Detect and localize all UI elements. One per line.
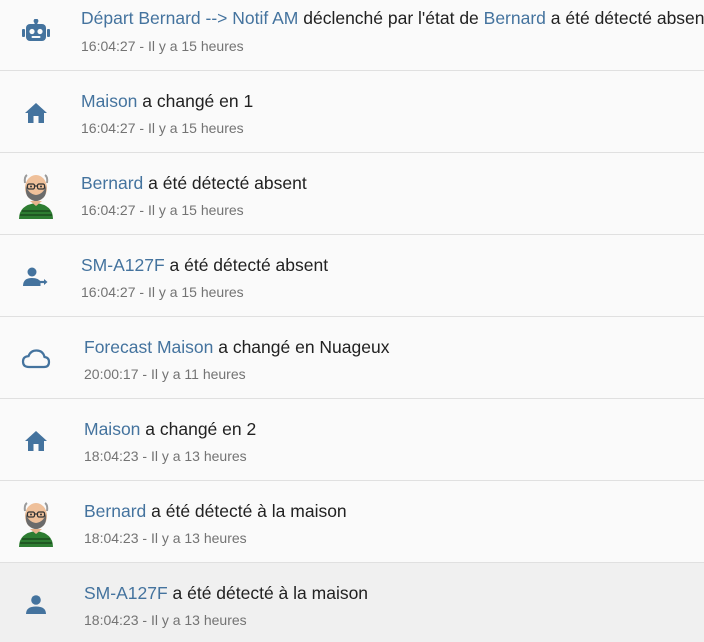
entry-message: SM-A127F a été détecté à la maison	[84, 582, 704, 604]
entity-link[interactable]: Forecast Maison	[84, 337, 213, 357]
entry-message: Bernard a été détecté absent	[81, 172, 704, 194]
logbook-list: Départ Bernard --> Notif AM déclenché pa…	[0, 0, 704, 642]
logbook-entry: Bernard a été détecté à la maison 18:04:…	[0, 481, 704, 563]
entry-time: 18:04:23 - Il y a 13 heures	[84, 448, 247, 464]
message-text: a été détecté absent	[545, 8, 704, 28]
entry-message: Maison a changé en 1	[81, 90, 704, 112]
entry-message: SM-A127F a été détecté absent	[81, 254, 704, 276]
cloud-icon	[16, 339, 56, 379]
entity-link[interactable]: Maison	[84, 419, 140, 439]
entry-message: Maison a changé en 2	[84, 418, 704, 440]
entry-message: Bernard a été détecté à la maison	[84, 500, 704, 522]
person-link[interactable]: Bernard	[81, 173, 143, 193]
entry-time: 18:04:23 - Il y a 13 heures	[84, 612, 247, 628]
entry-message: Forecast Maison a changé en Nuageux	[84, 336, 704, 358]
entry-time: 16:04:27 - Il y a 15 heures	[81, 202, 244, 218]
entry-time: 16:04:27 - Il y a 15 heures	[81, 38, 244, 54]
logbook-entry: Maison a changé en 2 18:04:23 - Il y a 1…	[0, 399, 704, 481]
message-text: a changé en Nuageux	[213, 337, 390, 357]
device-link[interactable]: SM-A127F	[84, 583, 168, 603]
home-icon	[16, 421, 56, 461]
message-text: a été détecté absent	[164, 255, 329, 275]
account-arrow-right-icon	[16, 257, 56, 297]
person-link[interactable]: Bernard	[484, 8, 546, 28]
bernard-avatar	[15, 499, 57, 547]
entry-time: 16:04:27 - Il y a 15 heures	[81, 284, 244, 300]
entry-time: 16:04:27 - Il y a 15 heures	[81, 120, 244, 136]
logbook-entry: Départ Bernard --> Notif AM déclenché pa…	[0, 0, 704, 71]
message-text: a changé en 2	[140, 419, 257, 439]
message-text: a été détecté à la maison	[146, 501, 347, 521]
entry-message: Départ Bernard --> Notif AM déclenché pa…	[81, 7, 704, 29]
robot-icon	[16, 12, 56, 52]
message-text: a été détecté à la maison	[167, 583, 369, 603]
home-icon	[16, 93, 56, 133]
message-text: déclenché par l'état de	[298, 8, 484, 28]
logbook-entry: Forecast Maison a changé en Nuageux 20:0…	[0, 317, 704, 399]
message-text: a été détecté absent	[143, 173, 307, 193]
account-icon	[16, 585, 56, 625]
logbook-entry: Maison a changé en 1 16:04:27 - Il y a 1…	[0, 71, 704, 153]
logbook-entry: SM-A127F a été détecté absent 16:04:27 -…	[0, 235, 704, 317]
entry-time: 20:00:17 - Il y a 11 heures	[84, 366, 246, 382]
message-text: a changé en 1	[137, 91, 254, 111]
logbook-entry: SM-A127F a été détecté à la maison 18:04…	[0, 563, 704, 642]
person-link[interactable]: Bernard	[84, 501, 146, 521]
logbook-entry: Bernard a été détecté absent 16:04:27 - …	[0, 153, 704, 235]
bernard-avatar	[15, 171, 57, 219]
entity-link[interactable]: Maison	[81, 91, 137, 111]
automation-link[interactable]: Départ Bernard --> Notif AM	[81, 8, 298, 28]
device-link[interactable]: SM-A127F	[81, 255, 165, 275]
entry-time: 18:04:23 - Il y a 13 heures	[84, 530, 247, 546]
